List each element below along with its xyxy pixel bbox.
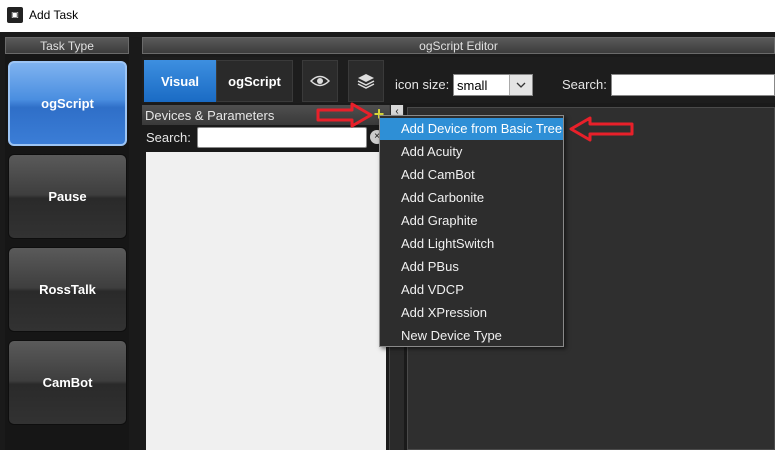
preview-toggle-button[interactable] <box>302 60 338 102</box>
menu-item-add-lightswitch[interactable]: Add LightSwitch <box>380 233 563 255</box>
icon-size-label: icon size: <box>395 77 450 92</box>
eye-icon <box>310 75 330 87</box>
menu-item-add-graphite[interactable]: Add Graphite <box>380 210 563 232</box>
editor-search-input[interactable] <box>611 74 775 96</box>
task-type-panel: Task Type ogScript Pause RossTalk CamBot <box>5 37 129 450</box>
menu-item-add-cambot[interactable]: Add CamBot <box>380 164 563 186</box>
devices-title: Devices & Parameters <box>145 108 275 123</box>
title-bar: ▣ Add Task <box>0 0 775 32</box>
chevron-down-icon[interactable] <box>509 75 532 95</box>
app-icon: ▣ <box>7 7 23 23</box>
menu-item-add-pbus[interactable]: Add PBus <box>380 256 563 278</box>
menu-item-new-device-type[interactable]: New Device Type <box>380 325 563 347</box>
tab-visual[interactable]: Visual <box>144 60 216 102</box>
menu-item-add-carbonite[interactable]: Add Carbonite <box>380 187 563 209</box>
menu-item-add-acuity[interactable]: Add Acuity <box>380 141 563 163</box>
devices-tree[interactable] <box>146 152 386 450</box>
annotation-arrow-right-icon <box>316 102 373 128</box>
task-pause-button[interactable]: Pause <box>8 154 127 239</box>
window-title: Add Task <box>29 8 79 22</box>
menu-item-add-vdcp[interactable]: Add VDCP <box>380 279 563 301</box>
layers-button[interactable] <box>348 60 384 102</box>
editor-toolbar: Visual ogScript icon size: small Search: <box>142 57 775 103</box>
task-cambot-button[interactable]: CamBot <box>8 340 127 425</box>
icon-size-value: small <box>457 78 488 93</box>
devices-search-label: Search: <box>146 130 191 145</box>
annotation-arrow-left-icon <box>569 116 634 142</box>
menu-item-add-xpression[interactable]: Add XPression <box>380 302 563 324</box>
menu-item-add-device-basic-tree[interactable]: Add Device from Basic Tree <box>380 118 563 140</box>
editor-header: ogScript Editor <box>142 37 775 54</box>
layers-icon <box>357 74 375 89</box>
icon-size-select[interactable]: small <box>453 74 533 96</box>
task-type-header: Task Type <box>5 37 129 54</box>
devices-panel: Devices & Parameters + Search: × <box>142 105 389 450</box>
task-rosstalk-button[interactable]: RossTalk <box>8 247 127 332</box>
devices-search-input[interactable] <box>197 127 367 148</box>
editor-search-label: Search: <box>562 77 607 92</box>
task-ogscript-button[interactable]: ogScript <box>8 61 127 146</box>
add-device-menu: Add Device from Basic Tree Add Acuity Ad… <box>379 115 564 347</box>
tab-ogscript[interactable]: ogScript <box>216 60 293 102</box>
